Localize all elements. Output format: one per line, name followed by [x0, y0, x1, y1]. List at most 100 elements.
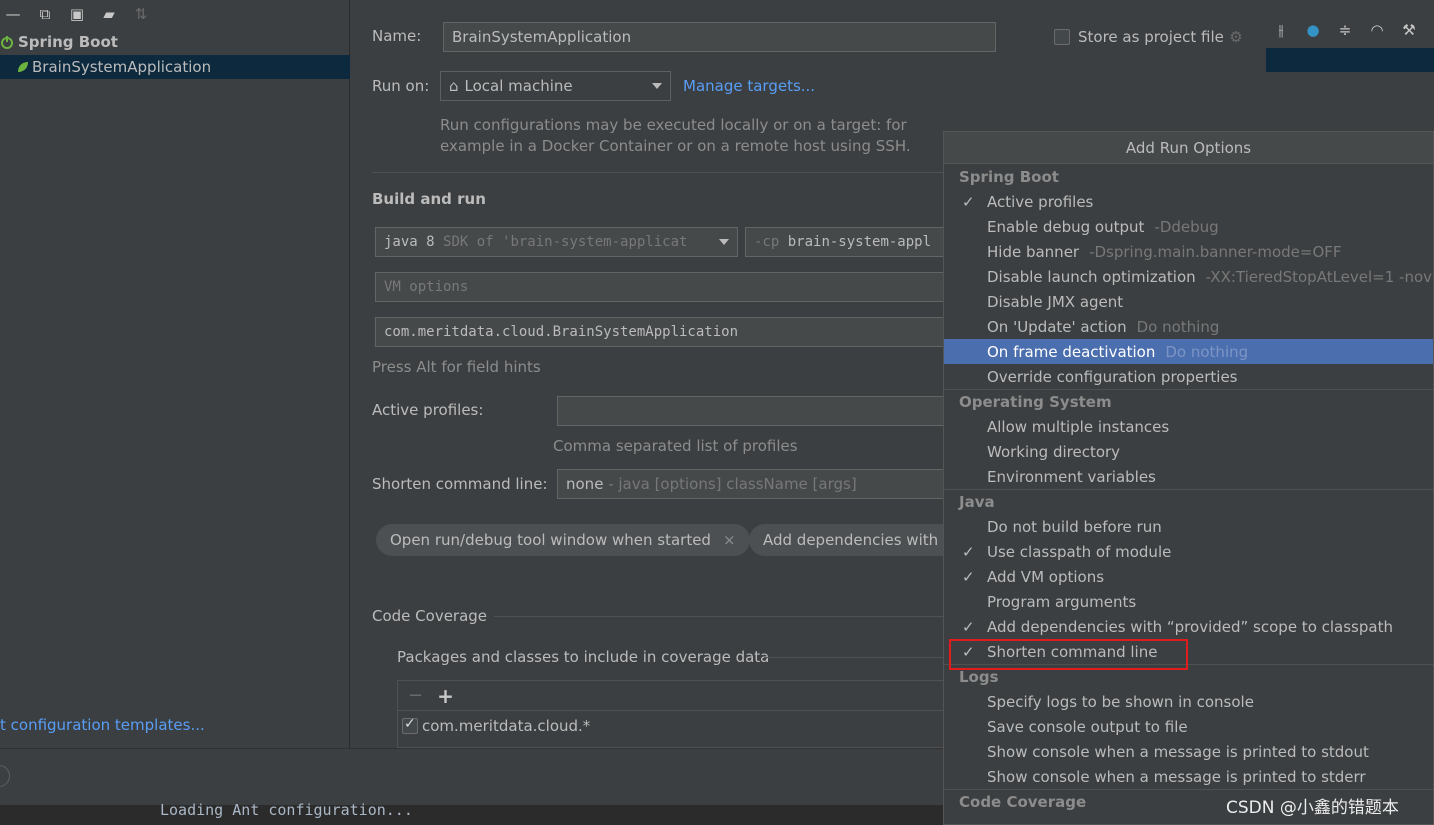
coverage-entry[interactable]: com.meritdata.cloud.* — [398, 711, 956, 741]
coverage-entry-checkbox[interactable] — [402, 716, 418, 734]
add-run-options-popup: Add Run Options Spring Boot ✓ Active profi… — [943, 131, 1434, 825]
run-option-label: Save console output to file — [987, 717, 1188, 736]
field-hints-text: Press Alt for field hints — [372, 358, 541, 376]
divider — [764, 657, 954, 658]
run-option-label: Disable launch optimization — [987, 267, 1196, 286]
minus-icon[interactable]: − — [408, 685, 423, 706]
run-option-label: Disable JMX agent — [987, 292, 1124, 311]
tree-group-spring-boot[interactable]: Spring Boot — [0, 30, 350, 54]
store-as-project-label: Store as project file — [1078, 28, 1224, 46]
run-option-hint: -XX:TieredStopAtLevel=1 -noverify — [1205, 267, 1433, 286]
wrench-icon[interactable]: ⚒ — [1400, 21, 1418, 39]
edit-templates-link[interactable]: t configuration templates... — [0, 716, 205, 734]
run-option-label: Show console when a message is printed t… — [987, 767, 1366, 786]
coverage-packages-label: Packages and classes to include in cover… — [397, 648, 770, 666]
collapse-icon[interactable]: ≑ — [1336, 21, 1354, 39]
run-option-item[interactable]: Allow multiple instances — [944, 414, 1433, 439]
config-tree-pane: — ⧉ ▣ ▰ ⇅ Spring Boot BrainSystemApplica… — [0, 0, 350, 748]
chip-add-dependencies[interactable]: Add dependencies with “ — [749, 524, 959, 556]
name-field[interactable]: BrainSystemApplication — [443, 22, 996, 52]
code-coverage-title: Code Coverage — [372, 607, 488, 625]
run-option-item[interactable]: ✓ Use classpath of module — [944, 539, 1433, 564]
run-option-item[interactable]: Show console when a message is printed t… — [944, 739, 1433, 764]
remove-icon[interactable]: — — [4, 5, 22, 23]
run-option-item[interactable]: Environment variables — [944, 464, 1433, 489]
active-profiles-field[interactable] — [557, 396, 957, 426]
vm-options-placeholder: VM options — [384, 279, 469, 295]
run-option-item[interactable]: Show console when a message is printed t… — [944, 764, 1433, 789]
run-option-item[interactable]: ✓ Add dependencies with “provided” scope … — [944, 614, 1433, 639]
store-as-project-checkbox[interactable] — [1054, 29, 1070, 45]
tree-item-brain-system-application[interactable]: BrainSystemApplication — [0, 55, 350, 79]
check-icon: ✓ — [962, 567, 975, 586]
run-option-hint: Do nothing — [1165, 342, 1249, 361]
coverage-entry-label: com.meritdata.cloud.* — [422, 717, 591, 735]
close-icon[interactable]: × — [723, 531, 736, 549]
new-folder-icon[interactable]: ▰ — [100, 5, 118, 23]
run-option-item[interactable]: Program arguments — [944, 589, 1433, 614]
jdk-prefix: java 8 — [384, 234, 435, 250]
run-option-item[interactable]: Disable JMX agent — [944, 289, 1433, 314]
name-label: Name: — [372, 27, 422, 45]
save-icon[interactable]: ▣ — [68, 5, 86, 23]
sort-icon[interactable]: ⇅ — [132, 5, 150, 23]
run-option-item[interactable]: ✓ Add VM options — [944, 564, 1433, 589]
active-profiles-hint: Comma separated list of profiles — [553, 437, 798, 455]
cp-value: brain-system-appl — [787, 234, 932, 250]
run-option-item[interactable]: Specify logs to be shown in console — [944, 689, 1433, 714]
run-option-label: Enable debug output — [987, 217, 1145, 236]
jdk-select[interactable]: java 8 SDK of 'brain-system-applicat — [375, 227, 738, 257]
run-option-item[interactable]: Hide banner -Dspring.main.banner-mode=OFF — [944, 239, 1433, 264]
check-icon: ✓ — [962, 542, 975, 561]
tree-group-label: Spring Boot — [18, 33, 118, 51]
run-option-item[interactable]: On frame deactivation Do nothing — [944, 339, 1433, 364]
run-on-label: Run on: — [372, 77, 430, 95]
editor-selection-band — [1266, 48, 1434, 72]
build-and-run-title: Build and run — [372, 190, 486, 208]
divider — [372, 172, 972, 173]
manage-targets-link[interactable]: Manage targets... — [683, 77, 815, 95]
run-option-item[interactable]: Working directory — [944, 439, 1433, 464]
run-option-item[interactable]: ✓ Active profiles — [944, 189, 1433, 214]
run-on-hint-line-1: Run configurations may be executed local… — [440, 116, 907, 134]
console-line: Loading Ant configuration... — [160, 801, 413, 819]
chip-label: Open run/debug tool window when started — [390, 531, 711, 549]
vm-options-field[interactable]: VM options — [375, 272, 955, 302]
split-icon[interactable]: ⫲ — [1272, 21, 1290, 39]
run-on-hint-line-2: example in a Docker Container or on a re… — [440, 137, 911, 155]
run-option-label: Override configuration properties — [987, 367, 1238, 386]
run-option-label: Allow multiple instances — [987, 417, 1170, 436]
plus-icon[interactable]: + — [437, 684, 454, 708]
check-icon: ✓ — [962, 192, 975, 211]
run-option-label: Add dependencies with “provided” scope t… — [987, 617, 1393, 636]
run-options-list: Spring Boot ✓ Active profiles Enable debug … — [944, 164, 1433, 814]
main-class-field[interactable]: com.meritdata.cloud.BrainSystemApplicati… — [375, 317, 955, 347]
active-profiles-label: Active profiles: — [372, 401, 484, 419]
main-class-value: com.meritdata.cloud.BrainSystemApplicati… — [384, 324, 739, 340]
gear-icon[interactable]: ⚙ — [1227, 28, 1245, 46]
coverage-list-toolbar: − + — [398, 681, 956, 711]
run-option-item[interactable]: ✓ Shorten command line — [944, 639, 1433, 670]
chip-open-tool-window[interactable]: Open run/debug tool window when started × — [376, 524, 750, 556]
run-option-item[interactable]: On 'Update' action Do nothing — [944, 314, 1433, 339]
run-on-select[interactable]: ⌂ Local machine — [440, 71, 671, 101]
run-option-item[interactable]: Do not build before run — [944, 514, 1433, 539]
run-option-label: Do not build before run — [987, 517, 1162, 536]
run-option-item[interactable]: Override configuration properties — [944, 364, 1433, 389]
copy-icon[interactable]: ⧉ — [36, 5, 54, 23]
option-group-header: Spring Boot — [959, 167, 1059, 186]
tree-item-label: BrainSystemApplication — [32, 58, 212, 76]
run-option-label: Show console when a message is printed t… — [987, 742, 1369, 761]
option-group-header: Operating System — [944, 389, 1433, 414]
profiler-icon[interactable]: ◠ — [1368, 21, 1386, 39]
popup-title: Add Run Options — [944, 132, 1433, 164]
power-save-icon[interactable]: ● — [1304, 21, 1322, 39]
shorten-command-line-select[interactable]: none - java [options] className [args] — [557, 469, 957, 499]
check-icon: ✓ — [962, 617, 975, 636]
check-icon: ✓ — [962, 642, 975, 661]
classpath-select[interactable]: -cp brain-system-appl — [745, 227, 955, 257]
shorten-detail: - java [options] className [args] — [608, 475, 857, 493]
run-option-item[interactable]: Disable launch optimization -XX:TieredSto… — [944, 264, 1433, 289]
run-option-item[interactable]: Enable debug output -Ddebug — [944, 214, 1433, 239]
run-option-item[interactable]: Save console output to file — [944, 714, 1433, 739]
